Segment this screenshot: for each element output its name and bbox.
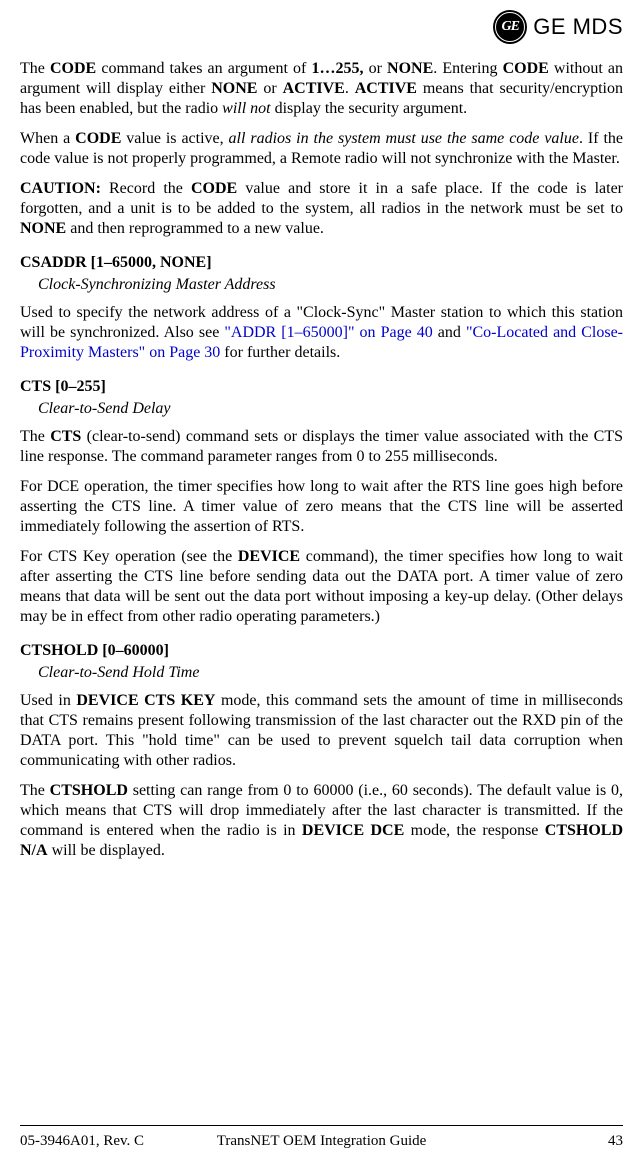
page-header: GE GE MDS	[20, 10, 623, 59]
page-content: The CODE command takes an argument of 1……	[20, 59, 623, 861]
cts-paragraph-3: For CTS Key operation (see the DEVICE co…	[20, 547, 623, 627]
footer-pagenum: 43	[608, 1132, 623, 1151]
csaddr-subtitle: Clock-Synchronizing Master Address	[38, 275, 623, 295]
brand-label: GE MDS	[533, 13, 623, 41]
ctshold-subtitle: Clear-to-Send Hold Time	[38, 663, 623, 683]
link-addr[interactable]: "ADDR [1–65000]" on Page 40	[224, 324, 432, 341]
csaddr-heading: CSADDR [1–65000, NONE]	[20, 253, 623, 273]
paragraph-code-intro: The CODE command takes an argument of 1……	[20, 59, 623, 119]
ge-logo-icon: GE	[493, 10, 527, 44]
page-footer: 05-3946A01, Rev. C TransNET OEM Integrat…	[20, 1125, 623, 1151]
cts-paragraph-2: For DCE operation, the timer specifies h…	[20, 477, 623, 537]
ctshold-paragraph-1: Used in DEVICE CTS KEY mode, this comman…	[20, 691, 623, 771]
cts-subtitle: Clear-to-Send Delay	[38, 399, 623, 419]
footer-docid: 05-3946A01, Rev. C	[20, 1132, 144, 1151]
ge-logo-text: GE	[501, 18, 518, 36]
cts-heading: CTS [0–255]	[20, 377, 623, 397]
cts-paragraph-1: The CTS (clear-to-send) command sets or …	[20, 427, 623, 467]
csaddr-paragraph: Used to specify the network address of a…	[20, 303, 623, 363]
paragraph-caution: CAUTION: Record the CODE value and store…	[20, 179, 623, 239]
ctshold-heading: CTSHOLD [0–60000]	[20, 641, 623, 661]
ctshold-paragraph-2: The CTSHOLD setting can range from 0 to …	[20, 781, 623, 861]
paragraph-code-active: When a CODE value is active, all radios …	[20, 129, 623, 169]
